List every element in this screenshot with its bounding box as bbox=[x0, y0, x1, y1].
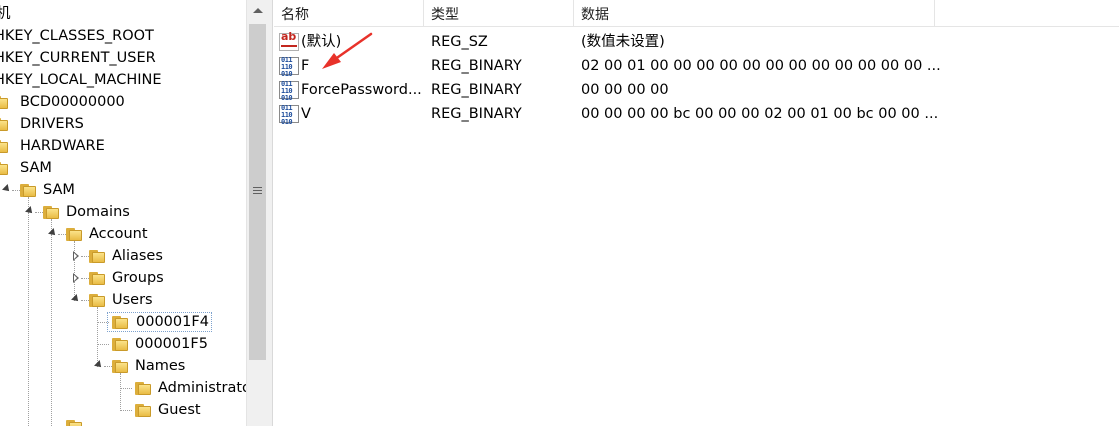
list-header: 名称 类型 数据 bbox=[274, 0, 1119, 27]
tree-item-000001f4[interactable]: 000001F4 bbox=[0, 311, 240, 333]
tree-item-domains[interactable]: Domains bbox=[0, 201, 240, 223]
tree-item-label: SAM bbox=[43, 182, 75, 198]
tree-item-sam-hive[interactable]: SAM bbox=[0, 157, 240, 179]
binary-value-icon: 011 110 010 bbox=[279, 57, 299, 78]
tree-item-label: 000001F5 bbox=[135, 336, 208, 352]
tree-item-label: BCD00000000 bbox=[20, 94, 125, 110]
folder-icon bbox=[112, 359, 128, 374]
tree-item-users[interactable]: Users bbox=[0, 289, 240, 311]
value-data: (数值未设置) bbox=[581, 34, 665, 50]
tree-item-groups[interactable]: Groups bbox=[0, 267, 240, 289]
scroll-thumb[interactable] bbox=[249, 24, 266, 360]
value-row[interactable]: 011 110 010 ForcePassword... REG_BINARY 00… bbox=[274, 77, 1119, 102]
tree-item-label: Domains bbox=[66, 204, 130, 220]
tree-item-sam[interactable]: SAM bbox=[0, 179, 240, 201]
folder-icon bbox=[20, 183, 36, 198]
tree-scrollbar[interactable] bbox=[246, 0, 267, 426]
tree-item-account[interactable]: Account bbox=[0, 223, 240, 245]
value-name: V bbox=[301, 106, 311, 122]
tree-item-label: Names bbox=[135, 358, 186, 374]
value-row[interactable]: 011 110 010 V REG_BINARY 00 00 00 00 bc 00… bbox=[274, 101, 1119, 126]
tree-item-aliases[interactable]: Aliases bbox=[0, 245, 240, 267]
tree-root-label: 机 bbox=[0, 6, 11, 22]
tree-item-guest[interactable]: Guest bbox=[0, 399, 240, 421]
value-name: ForcePassword... bbox=[301, 82, 422, 98]
value-type: REG_BINARY bbox=[431, 58, 522, 74]
tree-item-000001f5[interactable]: 000001F5 bbox=[0, 333, 240, 355]
tree-item-label: Groups bbox=[112, 270, 164, 286]
folder-icon bbox=[89, 293, 105, 308]
scroll-up-arrow-icon[interactable] bbox=[253, 8, 263, 13]
tree-item-label: DRIVERS bbox=[20, 116, 84, 132]
column-header-data[interactable]: 数据 bbox=[574, 0, 935, 27]
value-name: F bbox=[301, 58, 310, 74]
tree-item-label-selected: 000001F4 bbox=[107, 312, 212, 332]
expanded-arrow-icon[interactable] bbox=[2, 184, 12, 194]
column-header-name[interactable]: 名称 bbox=[274, 0, 424, 27]
folder-icon bbox=[135, 381, 151, 396]
registry-tree: 机 HKEY_CLASSES_ROOT HKEY_CURRENT_USER HK… bbox=[0, 0, 246, 426]
folder-icon bbox=[66, 419, 82, 426]
tree-item-label: SAM bbox=[20, 160, 52, 176]
tree-item-label: HKEY_LOCAL_MACHINE bbox=[0, 72, 162, 88]
folder-icon bbox=[0, 161, 8, 176]
folder-icon bbox=[112, 337, 128, 352]
collapsed-arrow-icon[interactable] bbox=[73, 273, 79, 283]
folder-icon bbox=[135, 403, 151, 418]
value-row[interactable]: 011 110 010 F REG_BINARY 02 00 01 00 00 00… bbox=[274, 53, 1119, 78]
column-header-type[interactable]: 类型 bbox=[424, 0, 574, 27]
value-data: 00 00 00 00 bc 00 00 00 02 00 01 00 bc 0… bbox=[581, 106, 939, 122]
folder-icon bbox=[0, 117, 8, 132]
folder-icon bbox=[66, 227, 82, 242]
tree-item-administrator[interactable]: Administrato bbox=[0, 377, 246, 399]
tree-item-label: HARDWARE bbox=[20, 138, 105, 154]
tree-item-label: HKEY_CURRENT_USER bbox=[0, 50, 156, 66]
expanded-arrow-icon[interactable] bbox=[25, 206, 35, 216]
tree-item-label: Administrato bbox=[158, 380, 246, 396]
binary-value-icon: 011 110 010 bbox=[279, 81, 299, 102]
value-data: 00 00 00 00 bbox=[581, 82, 669, 98]
folder-icon bbox=[0, 95, 8, 110]
tree-item-drivers[interactable]: DRIVERS bbox=[0, 113, 240, 135]
value-name: (默认) bbox=[301, 34, 342, 50]
values-list: 名称 类型 数据 ab (默认) REG_SZ (数值未设置) 011 110 01… bbox=[274, 0, 1119, 426]
string-value-icon: ab bbox=[279, 30, 299, 51]
folder-icon bbox=[43, 205, 59, 220]
tree-item-label: Aliases bbox=[112, 248, 163, 264]
expanded-arrow-icon[interactable] bbox=[94, 360, 104, 370]
tree-item-label: Account bbox=[89, 226, 148, 242]
tree-item-hkey-local-machine[interactable]: HKEY_LOCAL_MACHINE bbox=[0, 69, 240, 91]
tree-item-hkey-classes-root[interactable]: HKEY_CLASSES_ROOT bbox=[0, 25, 240, 47]
pane-splitter[interactable] bbox=[267, 0, 273, 426]
folder-icon bbox=[89, 271, 105, 286]
tree-item-hardware[interactable]: HARDWARE bbox=[0, 135, 240, 157]
collapsed-arrow-icon[interactable] bbox=[73, 251, 79, 261]
folder-icon bbox=[0, 139, 8, 154]
value-data: 02 00 01 00 00 00 00 00 00 00 00 00 00 0… bbox=[581, 58, 941, 74]
value-type: REG_BINARY bbox=[431, 82, 522, 98]
value-type: REG_SZ bbox=[431, 34, 488, 50]
expanded-arrow-icon[interactable] bbox=[71, 294, 81, 304]
folder-icon bbox=[89, 249, 105, 264]
tree-item-label: Guest bbox=[158, 402, 201, 418]
binary-value-icon: 011 110 010 bbox=[279, 105, 299, 126]
tree-item-label: HKEY_CLASSES_ROOT bbox=[0, 28, 154, 44]
value-row[interactable]: ab (默认) REG_SZ (数值未设置) bbox=[274, 29, 1119, 53]
tree-item-label: Users bbox=[112, 292, 153, 308]
tree-item-hkey-current-user[interactable]: HKEY_CURRENT_USER bbox=[0, 47, 240, 69]
expanded-arrow-icon[interactable] bbox=[48, 228, 58, 238]
tree-item-bcd[interactable]: BCD00000000 bbox=[0, 91, 240, 113]
value-type: REG_BINARY bbox=[431, 106, 522, 122]
